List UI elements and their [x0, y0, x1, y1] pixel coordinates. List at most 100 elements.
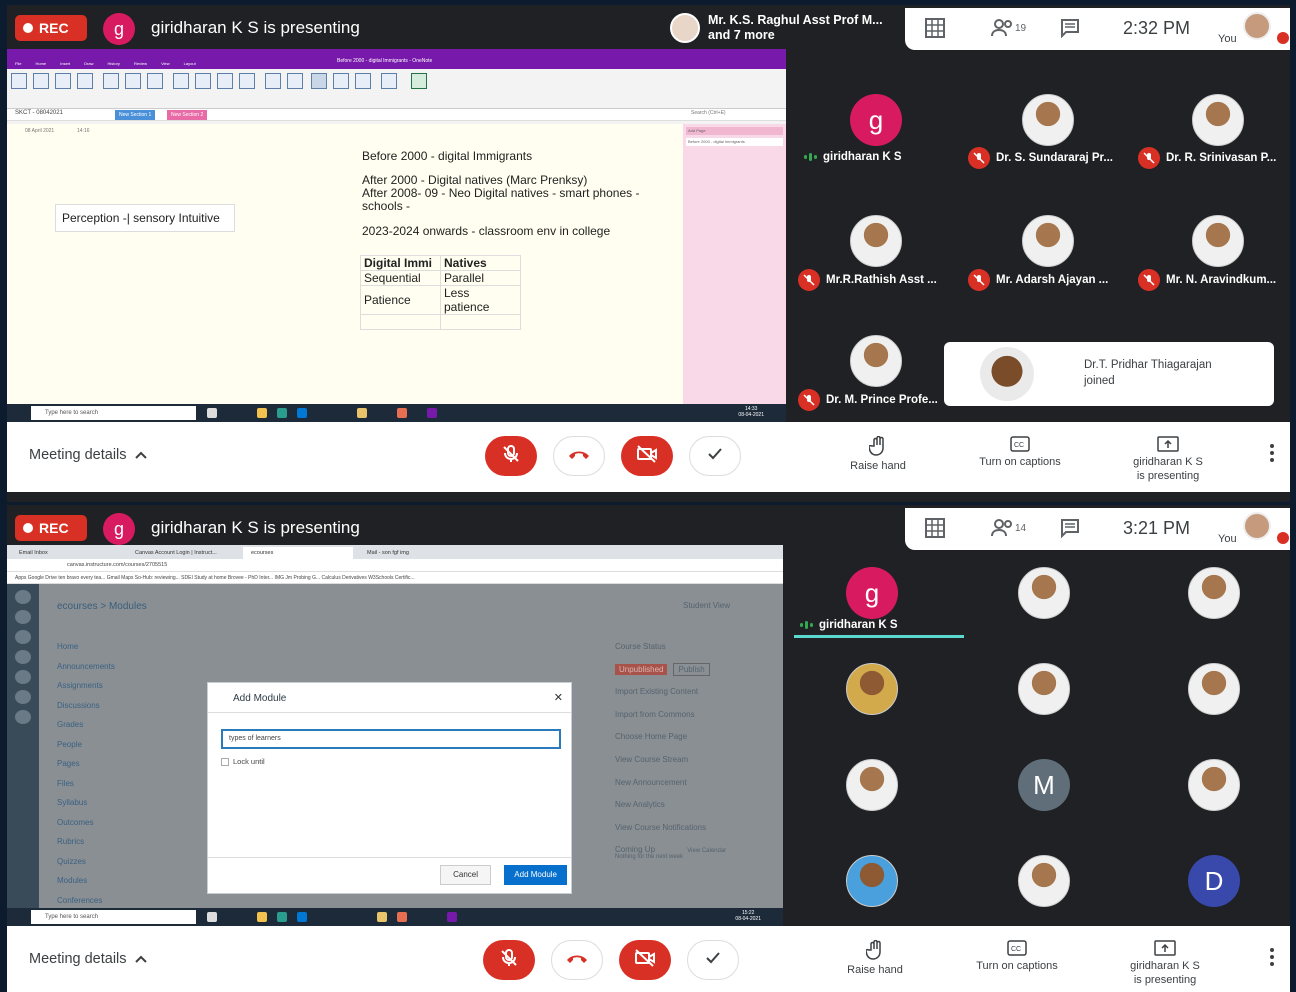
self-avatar[interactable] — [1243, 12, 1271, 40]
insert-below-button[interactable] — [195, 73, 211, 89]
select-cell-button[interactable] — [77, 73, 93, 89]
explorer-icon[interactable] — [257, 912, 267, 922]
module-name-input[interactable]: types of learners — [221, 729, 561, 749]
select-table-button[interactable] — [11, 73, 27, 89]
more-controls-button[interactable] — [687, 940, 739, 980]
tab-view[interactable]: View — [161, 61, 170, 69]
calendar-icon[interactable] — [15, 650, 31, 664]
chat-icon[interactable] — [1060, 18, 1080, 43]
chat-icon[interactable] — [1060, 518, 1080, 543]
edge-icon[interactable] — [277, 912, 287, 922]
other-presenters[interactable]: Mr. K.S. Raghul Asst Prof M... and 7 more — [670, 13, 883, 43]
raise-hand-button[interactable]: Raise hand — [843, 436, 913, 473]
course-nav-item[interactable]: Modules — [57, 876, 157, 896]
office-icon[interactable] — [397, 912, 407, 922]
shading-button[interactable] — [287, 73, 303, 89]
insert-above-button[interactable] — [173, 73, 189, 89]
bookmarks-bar[interactable]: Apps Google Drive ten bravo every tea...… — [7, 572, 783, 584]
sidebar-action[interactable]: View Course Stream — [615, 755, 765, 778]
sidebar-action[interactable]: Import Existing Content — [615, 687, 765, 710]
mail-icon[interactable] — [297, 912, 307, 922]
self-avatar[interactable] — [1243, 512, 1271, 540]
layout-grid-icon[interactable] — [925, 18, 945, 43]
student-view-button[interactable]: Student View — [683, 601, 730, 610]
course-nav-item[interactable]: Outcomes — [57, 818, 157, 838]
cancel-button[interactable]: Cancel — [440, 865, 491, 885]
course-nav-item[interactable]: Syllabus — [57, 798, 157, 818]
browser-tab[interactable]: Mail - son fgf img — [359, 547, 469, 559]
close-icon[interactable]: ✕ — [554, 691, 563, 704]
taskview-icon[interactable] — [207, 912, 217, 922]
raise-hand-button[interactable]: Raise hand — [840, 940, 910, 977]
course-nav-item[interactable]: Rubrics — [57, 837, 157, 857]
table-cell[interactable]: Digital Immi — [360, 255, 441, 271]
tab-file[interactable]: File — [15, 61, 21, 69]
tab-layout[interactable]: Layout — [184, 61, 196, 69]
sidebar-action[interactable]: Choose Home Page — [615, 732, 765, 755]
more-controls-button[interactable] — [689, 436, 741, 476]
table-cell[interactable]: Patience — [360, 285, 441, 315]
mic-toggle-button[interactable] — [483, 940, 535, 980]
section-tab-2[interactable]: New Section 2 — [167, 110, 208, 120]
meeting-details-button[interactable]: Meeting details — [29, 447, 147, 463]
sidebar-action[interactable]: New Analytics — [615, 800, 765, 823]
leave-call-button[interactable] — [553, 436, 605, 476]
taskbar-search[interactable]: Type here to search — [31, 910, 196, 924]
table-cell[interactable] — [440, 314, 521, 330]
tab-insert[interactable]: Insert — [60, 61, 70, 69]
captions-button[interactable]: CC Turn on captions — [964, 940, 1070, 973]
course-nav-item[interactable]: Pages — [57, 759, 157, 779]
history-icon[interactable] — [15, 690, 31, 704]
course-nav-item[interactable]: Announcements — [57, 662, 157, 682]
taskbar-search[interactable]: Type here to search — [31, 406, 196, 420]
insert-left-button[interactable] — [217, 73, 233, 89]
table-cell[interactable]: Sequential — [360, 270, 441, 286]
layout-grid-icon[interactable] — [925, 518, 945, 543]
sort-button[interactable] — [381, 73, 397, 89]
onenote-icon[interactable] — [427, 408, 437, 418]
url-bar[interactable]: canvas.instructure.com/courses/2705515 — [7, 559, 783, 572]
tab-home[interactable]: Home — [35, 61, 46, 69]
taskview-icon[interactable] — [207, 408, 217, 418]
camera-toggle-button[interactable] — [621, 436, 673, 476]
present-button[interactable]: giridharan K S is presenting — [1112, 940, 1218, 987]
course-nav-item[interactable]: People — [57, 740, 157, 760]
captions-button[interactable]: CC Turn on captions — [967, 436, 1073, 469]
align-right-button[interactable] — [355, 73, 371, 89]
camera-toggle-button[interactable] — [619, 940, 671, 980]
chrome-icon[interactable] — [357, 408, 367, 418]
courses-icon[interactable] — [15, 630, 31, 644]
browser-tab[interactable]: Email Inbox — [11, 547, 121, 559]
course-nav-item[interactable]: Quizzes — [57, 857, 157, 877]
edge-icon[interactable] — [277, 408, 287, 418]
add-page-button[interactable]: Add Page — [686, 127, 783, 135]
delete-table-button[interactable] — [103, 73, 119, 89]
table-cell[interactable] — [360, 314, 441, 330]
page-item[interactable]: Before 2000 - digital Immigrants — [686, 138, 783, 146]
lock-until-checkbox[interactable]: Lock until — [221, 757, 265, 767]
browser-tab[interactable]: Canvas Account Login | Instruct... — [127, 547, 237, 559]
table-cell[interactable]: Natives — [440, 255, 521, 271]
view-calendar-link[interactable]: View Calendar — [687, 848, 726, 854]
section-tab-1[interactable]: New Section 1 — [115, 110, 156, 120]
leave-call-button[interactable] — [551, 940, 603, 980]
chrome-icon[interactable] — [377, 912, 387, 922]
search-input[interactable]: Search (Ctrl+E) — [691, 110, 726, 116]
explorer-icon[interactable] — [257, 408, 267, 418]
course-nav-item[interactable]: Assignments — [57, 681, 157, 701]
course-nav-item[interactable]: Grades — [57, 720, 157, 740]
people-icon[interactable]: 14 — [991, 518, 1026, 543]
sidebar-action[interactable]: Import from Commons — [615, 710, 765, 733]
people-icon[interactable]: 19 — [991, 18, 1026, 43]
publish-button[interactable]: Publish — [673, 662, 710, 676]
notes-table[interactable]: Digital Immi Natives Sequential Parallel P… — [360, 255, 521, 330]
account-icon[interactable] — [15, 590, 31, 604]
add-module-button[interactable]: Add Module — [504, 865, 567, 885]
select-columns-button[interactable] — [33, 73, 49, 89]
perception-note[interactable]: Perception -| sensory Intuitive — [55, 204, 235, 232]
convert-excel-button[interactable] — [411, 73, 427, 89]
tab-draw[interactable]: Draw — [84, 61, 93, 69]
note-page[interactable]: 08 April 2021 14:16 Before 2000 - digita… — [7, 124, 683, 404]
unpublished-button[interactable]: Unpublished — [615, 663, 668, 675]
center-button[interactable] — [333, 73, 349, 89]
